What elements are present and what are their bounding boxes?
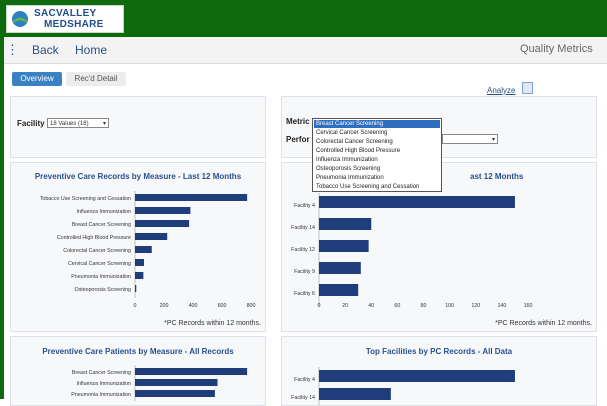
bar <box>135 220 190 227</box>
performance-label: Perfor <box>286 135 310 144</box>
y-tick-label: Influenza Immunization <box>77 209 132 215</box>
y-tick-label: Pneumonia Immunization <box>71 274 131 280</box>
bar <box>319 284 359 296</box>
metric-option[interactable]: Influenza Immunization <box>314 156 440 164</box>
y-tick-label: Tobacco Use Screening and Cessation <box>40 196 131 202</box>
bar <box>319 218 372 230</box>
y-tick-label: Facility 14 <box>291 395 315 401</box>
y-tick-label: Facility 12 <box>291 247 315 253</box>
y-tick-label: Breast Cancer Screening <box>72 370 131 376</box>
x-tick-label: 80 <box>421 303 427 309</box>
logo-text-line2: MEDSHARE <box>44 19 104 30</box>
nav-bar: ⋮ Back Home Quality Metrics <box>4 37 607 64</box>
metric-label: Metric <box>286 117 310 126</box>
y-tick-label: Osteoporosis Screening <box>74 287 131 293</box>
x-tick-label: 160 <box>524 303 533 309</box>
chart-top-facilities-all: Facility 4 Facility 14 <box>291 367 515 405</box>
y-tick-label: Cervical Cancer Screening <box>68 261 131 267</box>
bar <box>135 194 248 201</box>
chart-panel-top-facilities: Top Facilities by PC Records - All Data … <box>281 336 597 406</box>
y-tick-label: Pneumonia Immunization <box>71 392 131 398</box>
y-tick-label: Facility 9 <box>294 269 315 275</box>
page-title: Quality Metrics <box>520 43 593 55</box>
y-tick-label: Breast Cancer Screening <box>72 222 131 228</box>
bar <box>135 368 248 375</box>
back-link[interactable]: Back <box>32 43 59 57</box>
bar <box>319 240 369 252</box>
chart-footnote: *PC Records within 12 months. <box>495 320 592 327</box>
bar <box>319 388 391 400</box>
facility-filter-panel: Facility 18 Values (18) ▾ <box>10 96 266 158</box>
x-tick-label: 40 <box>368 303 374 309</box>
facility-select[interactable]: 18 Values (18) ▾ <box>47 118 109 128</box>
chevron-down-icon: ▾ <box>491 137 495 143</box>
x-tick-label: 200 <box>160 303 169 309</box>
chart-facilities-12mo: Facility 4 Facility 14 Facility 12 Facility… <box>291 193 592 327</box>
metric-option[interactable]: Breast Cancer Screening <box>314 120 440 128</box>
x-tick-label: 140 <box>497 303 506 309</box>
performance-select[interactable]: ▾ <box>442 134 498 144</box>
bar <box>319 196 515 208</box>
facility-select-value: 18 Values (18) <box>50 121 89 127</box>
y-tick-label: Influenza Immunization <box>77 381 132 387</box>
y-tick-label: Facility 6 <box>294 291 315 297</box>
metric-option[interactable]: Osteoporosis Screening <box>314 165 440 173</box>
metric-option[interactable]: Colorectal Cancer Screening <box>314 138 440 146</box>
left-border <box>0 37 4 399</box>
y-tick-label: Controlled High Blood Pressure <box>57 235 131 241</box>
y-tick-label: Colorectal Cancer Screening <box>63 248 131 254</box>
home-link[interactable]: Home <box>75 43 107 57</box>
bar <box>135 285 137 292</box>
bar <box>135 246 152 253</box>
chart-footnote: *PC Records within 12 months. <box>164 320 261 327</box>
x-tick-label: 0 <box>134 303 137 309</box>
x-tick-label: 60 <box>394 303 400 309</box>
metric-option[interactable]: Controlled High Blood Pressure <box>314 147 440 155</box>
x-tick-label: 120 <box>471 303 480 309</box>
bar <box>319 370 515 382</box>
bar <box>135 379 218 386</box>
y-tick-label: Facility 14 <box>291 225 315 231</box>
chart-title: ast 12 Months <box>470 172 524 181</box>
bar <box>135 233 168 240</box>
metric-option[interactable]: Pneumonia Immunization <box>314 174 440 182</box>
bar <box>135 207 191 214</box>
x-tick-label: 800 <box>247 303 256 309</box>
chart-title: Preventive Care Patients by Measure - Al… <box>42 347 234 356</box>
analyze-icon[interactable] <box>522 82 533 94</box>
chart-title: Top Facilities by PC Records - All Data <box>365 347 513 356</box>
tab-overview[interactable]: Overview <box>12 72 62 86</box>
menu-icon[interactable]: ⋮ <box>6 42 19 58</box>
bar <box>135 272 144 279</box>
y-tick-label: Facility 4 <box>294 203 315 209</box>
bar <box>135 390 215 397</box>
x-tick-label: 0 <box>318 303 321 309</box>
metric-option[interactable]: Tobacco Use Screening and Cessation <box>314 183 440 191</box>
logo-mark-icon <box>12 11 28 27</box>
x-tick-label: 20 <box>342 303 348 309</box>
logo-text-line1: SACVALLEY <box>34 8 97 19</box>
chevron-down-icon: ▾ <box>102 121 106 127</box>
chart-measures-12mo: Tobacco Use Screening and Cessation Influ… <box>40 191 261 327</box>
facility-label: Facility <box>17 119 45 128</box>
analyze-link[interactable]: Analyze <box>487 86 515 95</box>
bar <box>135 259 145 266</box>
chart-title: Preventive Care Records by Measure - Las… <box>34 172 242 181</box>
chart-patients-all: Breast Cancer Screening Influenza Immuniz… <box>71 365 248 401</box>
x-tick-label: 600 <box>218 303 227 309</box>
tab-recd-detail[interactable]: Rec'd Detail <box>66 72 126 86</box>
y-tick-label: Facility 4 <box>294 377 315 383</box>
metric-option[interactable]: Cervical Cancer Screening <box>314 129 440 137</box>
bar <box>319 262 361 274</box>
x-tick-label: 400 <box>189 303 198 309</box>
chart-panel-measures: Preventive Care Records by Measure - Las… <box>10 162 266 332</box>
metric-dropdown-list[interactable]: Breast Cancer Screening Cervical Cancer … <box>312 118 442 192</box>
chart-panel-patients: Preventive Care Patients by Measure - Al… <box>10 336 266 406</box>
x-tick-label: 100 <box>445 303 454 309</box>
logo[interactable]: SACVALLEY MEDSHARE <box>6 5 124 33</box>
